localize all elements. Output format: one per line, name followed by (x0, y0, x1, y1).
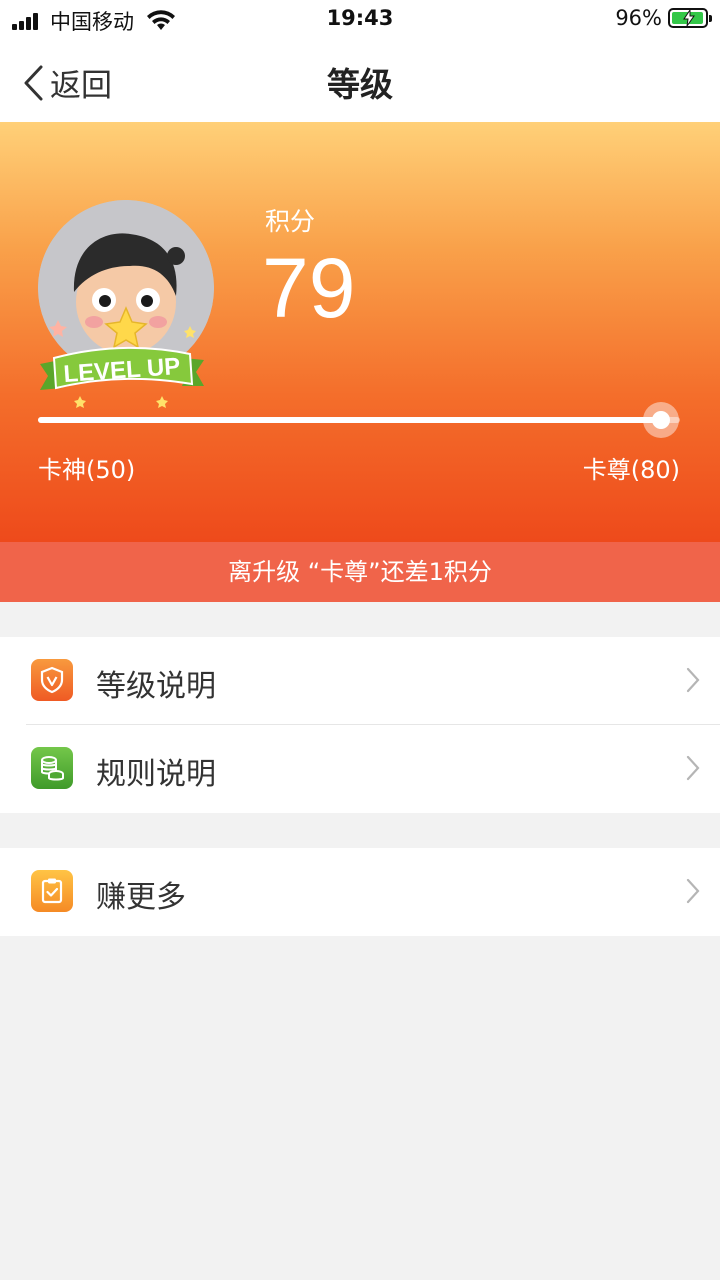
charging-bolt-icon (683, 10, 695, 26)
shield-icon (31, 659, 73, 701)
battery-cap (709, 15, 712, 22)
current-level-label: 卡神(50) (38, 456, 136, 484)
level-up-badge: LEVEL UP (40, 346, 204, 408)
chevron-right-icon (686, 878, 700, 904)
menu-item-earn-more[interactable]: 赚更多 (0, 848, 720, 936)
level-progress-fill (38, 417, 661, 423)
battery-percent: 96% (615, 6, 662, 30)
status-bar: 中国移动 19:43 96% (0, 0, 720, 40)
coins-icon (31, 747, 73, 789)
status-right: 96% (615, 6, 712, 30)
chevron-right-icon (686, 667, 700, 693)
navigation-bar: 返回 等级 (0, 40, 720, 122)
menu-item-label: 规则说明 (96, 757, 216, 792)
score-label: 积分 (265, 207, 316, 236)
level-progress-bar (38, 402, 680, 438)
page-title: 等级 (327, 65, 393, 104)
battery-icon (668, 8, 712, 28)
next-level-label: 卡尊(80) (582, 456, 680, 484)
menu-item-level-description[interactable]: 等级说明 (0, 637, 720, 725)
menu-item-label: 赚更多 (96, 880, 186, 915)
chevron-right-icon (686, 755, 700, 781)
menu-item-label: 等级说明 (96, 669, 216, 704)
menu-item-rules-description[interactable]: 规则说明 (0, 725, 720, 813)
score-value: 79 (262, 241, 356, 335)
level-progress-thumb (642, 402, 679, 438)
menu-card-earn: 赚更多 (0, 848, 720, 936)
clipboard-check-icon (31, 870, 73, 912)
menu-card-info: 等级说明 规则说明 (0, 637, 720, 813)
clock: 19:43 (326, 6, 394, 30)
level-hero-card: LEVEL UP 积分 79 卡神(50) 卡尊(80) (0, 122, 720, 542)
upgrade-hint-banner: 离升级 “卡尊”还差1积分 (0, 542, 720, 602)
